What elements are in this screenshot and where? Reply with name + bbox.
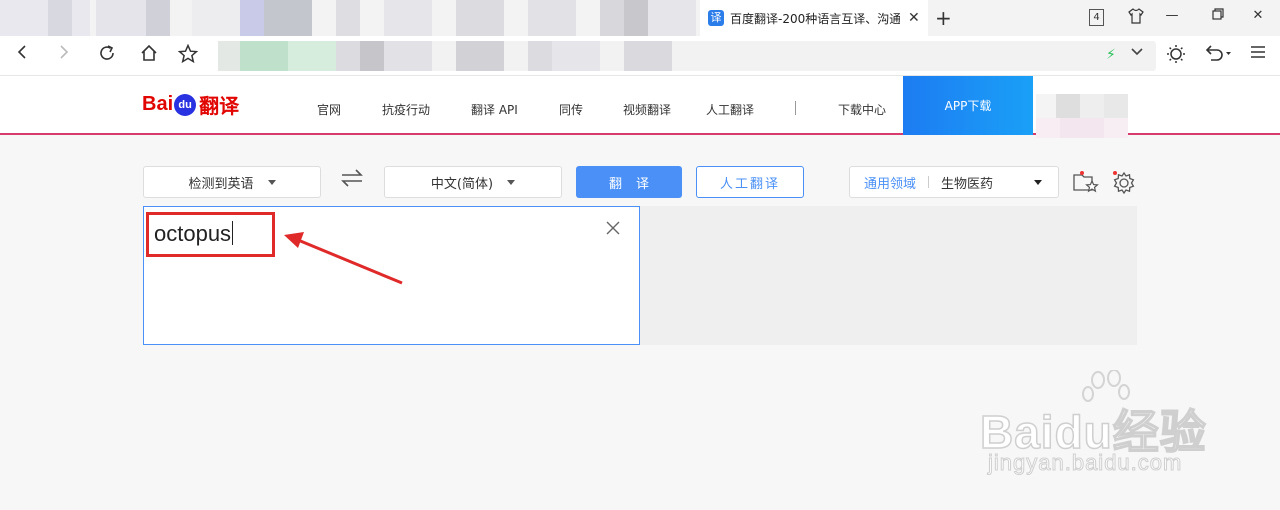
- baidu-jingyan-watermark: Baidu经验 jingyan.baidu.com: [979, 370, 1220, 480]
- watermark-url: jingyan.baidu.com: [987, 450, 1183, 476]
